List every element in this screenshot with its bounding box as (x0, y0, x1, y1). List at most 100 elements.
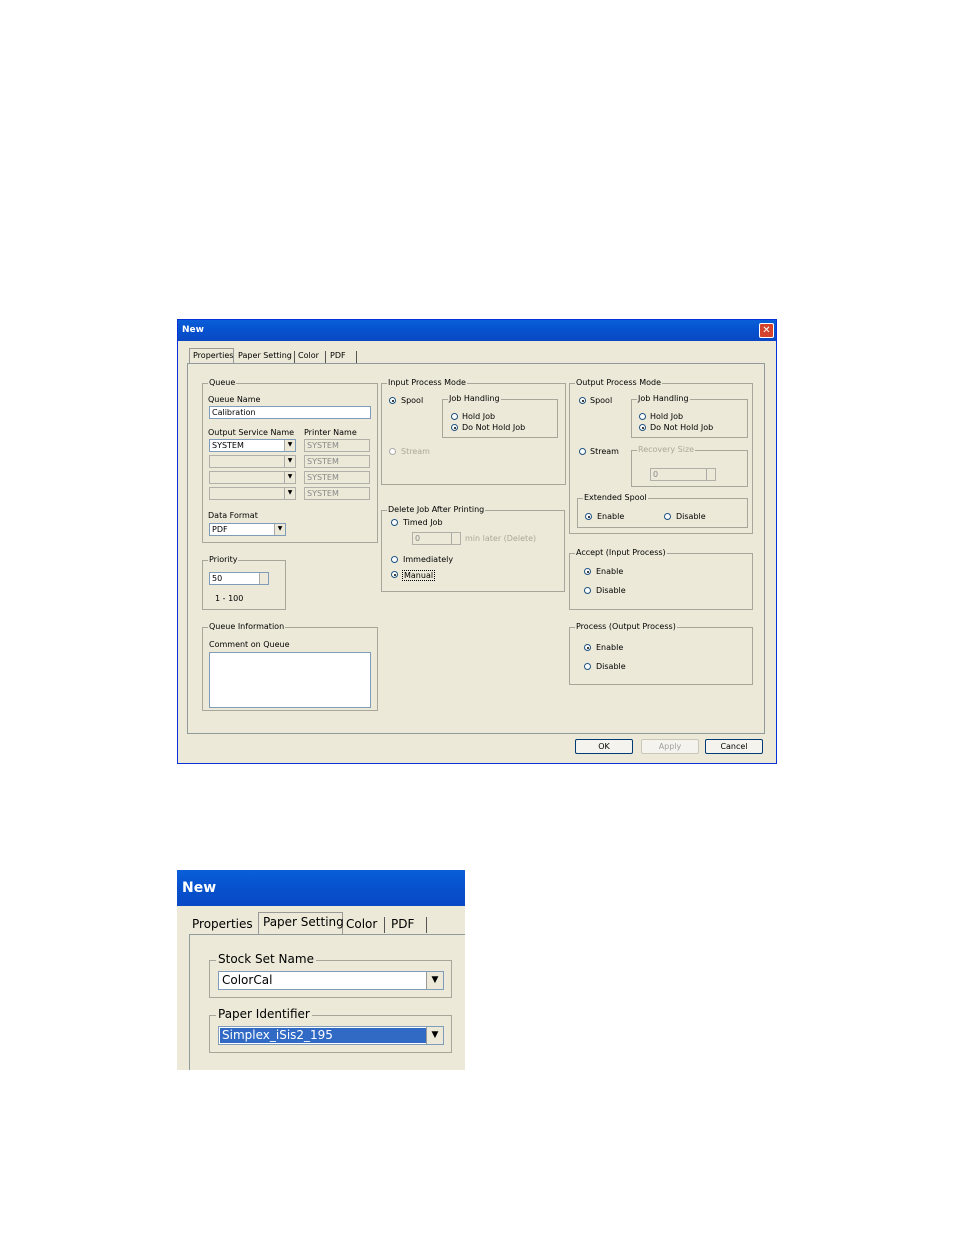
queue-name-field[interactable]: Calibration (209, 406, 371, 419)
tab-label: Color (298, 351, 319, 360)
priority-spinner[interactable] (259, 573, 268, 584)
tab-color[interactable]: Color (298, 351, 326, 363)
input-spool-radio[interactable] (389, 397, 396, 404)
tab-pdf[interactable]: PDF (330, 351, 357, 363)
tab-label: Paper Setting (263, 915, 344, 929)
paper-identifier-value: Simplex_iSis2_195 (222, 1028, 333, 1042)
group-label: Output Process Mode (575, 378, 663, 387)
output-hold-job-radio[interactable] (639, 413, 646, 420)
immediately-radio[interactable] (391, 556, 398, 563)
output-do-not-hold-radio[interactable] (639, 424, 646, 431)
manual-radio[interactable] (391, 571, 398, 578)
delete-job-group: Delete Job After Printing Timed Job 0 mi… (381, 505, 565, 592)
tab-paper-setting[interactable]: Paper Setting (258, 912, 344, 934)
group-label: Process (Output Process) (575, 622, 677, 631)
group-label: Job Handling (637, 394, 690, 403)
accept-enable-label: Enable (596, 567, 624, 576)
printer-name-field-2: SYSTEM (304, 455, 370, 468)
output-service-select-3: ▼ (209, 471, 296, 484)
close-button[interactable]: ✕ (759, 323, 774, 338)
output-service-select[interactable]: SYSTEM ▼ (209, 439, 296, 452)
chevron-down-icon: ▼ (426, 972, 443, 989)
input-hold-job-radio[interactable] (451, 413, 458, 420)
tab-label: Properties (193, 351, 234, 360)
recovery-value: 0 (653, 470, 659, 479)
comment-textarea[interactable] (209, 652, 371, 708)
paper-identifier-select[interactable]: Simplex_iSis2_195 ▼ (218, 1026, 444, 1045)
min-later-label: min later (Delete) (465, 534, 537, 543)
group-label: Job Handling (448, 394, 501, 403)
stock-set-select[interactable]: ColorCal ▼ (218, 971, 444, 990)
output-hold-job-label: Hold Job (650, 412, 684, 421)
output-service-select-2: ▼ (209, 455, 296, 468)
priority-group: Priority 50 1 - 100 (202, 555, 286, 610)
input-job-handling-group: Job Handling Hold Job Do Not Hold Job (442, 394, 558, 438)
accept-enable-radio[interactable] (584, 568, 591, 575)
accept-disable-label: Disable (596, 586, 626, 595)
recovery-size-field: 0 (650, 468, 716, 481)
chevron-down-icon: ▼ (284, 440, 295, 451)
output-stream-radio[interactable] (579, 448, 586, 455)
priority-value: 50 (212, 574, 223, 583)
tab-label: PDF (391, 917, 415, 931)
tab-label: PDF (330, 351, 346, 360)
cancel-button[interactable]: Cancel (705, 739, 763, 754)
tab-paper-setting[interactable]: Paper Setting (238, 351, 295, 363)
tab-properties[interactable]: Properties (192, 917, 255, 933)
stock-set-group: Stock Set Name ColorCal ▼ (209, 952, 452, 998)
chevron-down-icon: ▼ (284, 472, 295, 483)
select-value: SYSTEM (212, 441, 244, 450)
printer-name-field-3: SYSTEM (304, 471, 370, 484)
tab-pdf[interactable]: PDF (391, 917, 427, 933)
queue-group: Queue Queue Name Calibration Output Serv… (202, 378, 378, 543)
select-value: PDF (212, 525, 228, 534)
output-process-mode-group: Output Process Mode Spool Job Handling H… (569, 378, 753, 534)
priority-field[interactable]: 50 (209, 572, 269, 585)
process-disable-radio[interactable] (584, 663, 591, 670)
tab-label: Paper Setting (238, 351, 292, 360)
accept-input-group: Accept (Input Process) Enable Disable (569, 548, 753, 610)
group-label: Queue Information (208, 622, 286, 631)
input-do-not-hold-radio[interactable] (451, 424, 458, 431)
printer-name-field-4: SYSTEM (304, 487, 370, 500)
properties-panel: Queue Queue Name Calibration Output Serv… (187, 363, 765, 734)
input-stream-label: Stream (401, 447, 430, 456)
dialog-title: New (182, 880, 217, 896)
data-format-label: Data Format (208, 511, 258, 520)
close-icon: ✕ (762, 325, 771, 336)
output-spool-label: Spool (590, 396, 613, 405)
extended-spool-group: Extended Spool Enable Disable (577, 493, 748, 528)
input-process-mode-group: Input Process Mode Spool Job Handling Ho… (381, 378, 566, 485)
title-bar: New ✕ (178, 320, 776, 341)
ok-button[interactable]: OK (575, 739, 633, 754)
output-service-label: Output Service Name (208, 428, 295, 437)
tab-color[interactable]: Color (346, 917, 385, 933)
group-label: Queue (208, 378, 237, 387)
title-bar: New (177, 870, 465, 906)
process-enable-radio[interactable] (584, 644, 591, 651)
accept-disable-radio[interactable] (584, 587, 591, 594)
chevron-down-icon: ▼ (284, 488, 295, 499)
process-disable-label: Disable (596, 662, 626, 671)
chevron-down-icon: ▼ (274, 524, 285, 535)
extended-spool-enable-radio[interactable] (585, 513, 592, 520)
input-spool-label: Spool (401, 396, 424, 405)
process-enable-label: Enable (596, 643, 624, 652)
input-stream-radio (389, 448, 396, 455)
output-spool-radio[interactable] (579, 397, 586, 404)
chevron-down-icon: ▼ (284, 456, 295, 467)
group-label: Accept (Input Process) (575, 548, 667, 557)
printer-name-field: SYSTEM (304, 439, 370, 452)
data-format-select[interactable]: PDF ▼ (209, 523, 286, 536)
input-hold-job-label: Hold Job (462, 412, 496, 421)
recovery-spinner (706, 469, 715, 480)
output-job-handling-group: Job Handling Hold Job Do Not Hold Job (631, 394, 748, 438)
output-do-not-hold-label: Do Not Hold Job (650, 423, 714, 432)
timed-job-radio[interactable] (391, 519, 398, 526)
tab-properties[interactable]: Properties (189, 348, 234, 364)
immediately-label: Immediately (403, 555, 454, 564)
extended-spool-disable-label: Disable (676, 512, 706, 521)
timed-job-label: Timed Job (403, 518, 443, 527)
paper-identifier-group: Paper Identifier Simplex_iSis2_195 ▼ (209, 1007, 452, 1053)
extended-spool-disable-radio[interactable] (664, 513, 671, 520)
